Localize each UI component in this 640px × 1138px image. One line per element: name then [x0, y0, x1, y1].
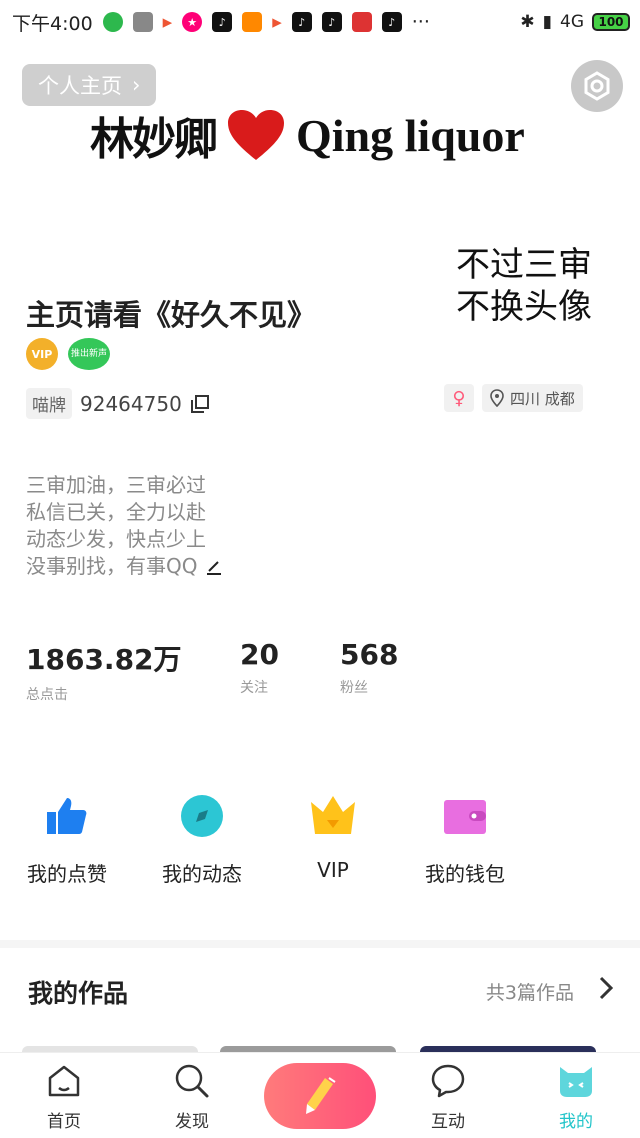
badge-row: VIP 推出新声 [26, 338, 110, 370]
app-icon [351, 12, 372, 32]
copy-icon[interactable] [190, 394, 210, 414]
gear-icon [584, 71, 610, 101]
stat-following[interactable]: 20 关注 [240, 638, 340, 704]
works-count: 共3篇作品 [485, 982, 574, 1004]
tab-label: 我的 [559, 1112, 593, 1132]
location-tag: 四川 成都 [482, 384, 583, 412]
stat-value: 20 [240, 638, 279, 671]
tab-label: 首页 [47, 1112, 81, 1132]
star-icon: ★ [182, 12, 203, 32]
notification-icons: ▸ ★ ♪ ▸ ♪ ♪ ♪ ··· [102, 11, 430, 33]
my-activity-button[interactable]: 我的动态 [137, 792, 267, 887]
tab-label: 发现 [175, 1112, 209, 1132]
location-label: 四川 成都 [510, 389, 575, 408]
stat-value: 1863.82万 [26, 643, 182, 676]
profile-banner: 林妙卿 Qing liquor [90, 100, 630, 170]
stat-total-clicks: 1863.82万 总点击 [26, 638, 240, 704]
id-tag: 喵牌 [26, 388, 72, 419]
bio-line: 没事别找，有事QQ [26, 554, 198, 578]
avatar[interactable]: 不过三审 不换头像 [456, 244, 616, 328]
banner-name: 林妙卿 [90, 114, 218, 165]
tab-interact[interactable]: 互动 [408, 1063, 488, 1132]
bio-line: 私信已关，全力以赴 [26, 500, 206, 524]
stat-label: 粉丝 [340, 680, 368, 696]
compass-icon [178, 792, 226, 840]
tab-label: 互动 [431, 1112, 465, 1132]
heart-icon [228, 110, 284, 160]
bottom-tab-bar: 首页 发现 互动 我的 [0, 1052, 640, 1138]
more-icon: ··· [411, 11, 430, 33]
medal-badge[interactable]: 推出新声 [68, 338, 110, 370]
stat-fans[interactable]: 568 粉丝 [340, 638, 440, 704]
page-title: 主页请看《好久不见》 [26, 298, 317, 332]
network-label: 4G [560, 12, 584, 32]
avatar-line: 不过三审 [456, 245, 592, 285]
user-id: 92464750 [80, 391, 182, 416]
female-icon: ♀ [452, 387, 466, 409]
tiktok-icon: ♪ [321, 12, 342, 32]
my-likes-label: 我的点赞 [27, 862, 107, 886]
vip-badge[interactable]: VIP [26, 338, 58, 370]
bio: 三审加油，三审必过 私信已关，全力以赴 动态少发，快点少上 没事别找，有事QQ [26, 472, 223, 580]
search-icon [175, 1064, 209, 1098]
stat-value: 568 [340, 638, 399, 671]
pencil-icon [306, 1077, 336, 1114]
crown-icon [309, 792, 357, 840]
chevron-right-icon: › [132, 73, 141, 97]
tiktok-icon: ♪ [291, 12, 312, 32]
my-activity-label: 我的动态 [162, 862, 242, 886]
gender-tag: ♀ [444, 384, 474, 412]
user-id-row: 喵牌 92464750 [26, 388, 210, 419]
section-divider [0, 940, 640, 948]
bluetooth-icon: ✱ [520, 12, 535, 32]
tab-discover[interactable]: 发现 [152, 1063, 232, 1132]
banner-english: Qing liquor [296, 109, 525, 161]
location-pin-icon [490, 389, 504, 407]
quick-actions: 我的点赞 我的动态 VIP 我的钱包 [0, 792, 640, 892]
wallet-icon [441, 792, 489, 840]
stat-label: 关注 [240, 680, 268, 696]
home-icon [48, 1065, 80, 1097]
bio-line: 动态少发，快点少上 [26, 527, 206, 551]
bio-line: 三审加油，三审必过 [26, 473, 206, 497]
vip-button[interactable]: VIP [268, 792, 398, 882]
avatar-line: 不换头像 [456, 287, 592, 327]
wechat-icon [102, 12, 123, 32]
chat-icon [431, 1064, 465, 1098]
stats-row: 1863.82万 总点击 20 关注 568 粉丝 [26, 638, 440, 704]
paw-icon [132, 12, 153, 32]
my-wallet-button[interactable]: 我的钱包 [400, 792, 530, 887]
status-bar: 下午4:00 ▸ ★ ♪ ▸ ♪ ♪ ♪ ··· ✱ ▮ 4G 100 [0, 0, 640, 44]
tiktok-icon: ♪ [212, 12, 233, 32]
my-wallet-label: 我的钱包 [425, 862, 505, 886]
create-button[interactable] [264, 1063, 376, 1129]
my-likes-button[interactable]: 我的点赞 [2, 792, 132, 887]
cat-icon [560, 1067, 592, 1097]
chevron-right-icon [599, 976, 614, 1000]
edit-icon[interactable] [205, 558, 223, 576]
thumbs-up-icon [43, 792, 91, 840]
play-icon: ▸ [272, 11, 282, 33]
signal-icon: ▮ [542, 12, 552, 32]
battery-icon: 100 [592, 13, 630, 31]
stat-label: 总点击 [26, 687, 68, 703]
tab-home[interactable]: 首页 [24, 1063, 104, 1132]
my-works-header[interactable]: 我的作品 共3篇作品 [0, 966, 640, 1018]
personal-homepage-label: 个人主页 [38, 74, 122, 98]
status-time: 下午4:00 [12, 12, 93, 35]
tab-mine[interactable]: 我的 [536, 1063, 616, 1132]
vip-label: VIP [317, 858, 349, 882]
tiktok-icon: ♪ [381, 12, 402, 32]
play-icon: ▸ [162, 11, 173, 33]
bio-line-last: 没事别找，有事QQ [26, 553, 223, 580]
my-works-title: 我的作品 [28, 979, 129, 1008]
app-icon [242, 12, 263, 32]
